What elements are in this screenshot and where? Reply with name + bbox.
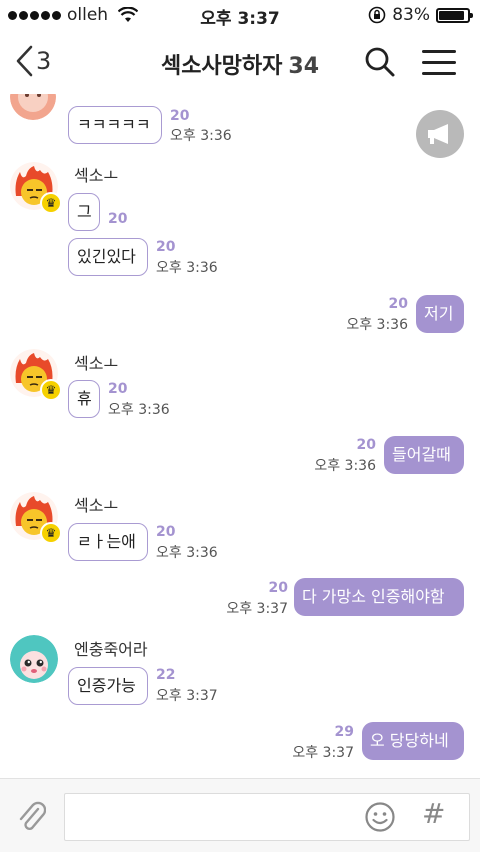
chat-messages[interactable]: ㅋㅋㅋㅋㅋ 20 오후 3:36 ♛ 섹소ㅗ 그 20 있긴있다 20 오후 3…	[0, 94, 480, 778]
menu-button[interactable]	[422, 50, 456, 83]
unread-count: 20	[156, 239, 176, 255]
chat-title: 섹소사망하자 34	[0, 48, 480, 80]
smiley-icon	[365, 802, 395, 832]
unread-count: 20	[156, 524, 176, 540]
unread-count: 20	[170, 108, 190, 124]
notice-button[interactable]	[416, 110, 464, 158]
battery-percent: 83%	[392, 5, 430, 25]
message-time: 오후 3:36	[156, 545, 218, 561]
message-bubble[interactable]: 그	[68, 193, 100, 231]
sender-name: 섹소ㅗ	[74, 496, 119, 515]
message-bubble[interactable]: 들어갈때	[384, 436, 464, 474]
message-time: 오후 3:36	[156, 260, 218, 276]
message-time: 오후 3:37	[226, 601, 288, 617]
hamburger-menu-icon	[422, 50, 456, 53]
avatar[interactable]	[10, 635, 58, 683]
crown-icon: ♛	[40, 522, 62, 544]
message-time: 오후 3:36	[314, 458, 376, 474]
paperclip-icon	[19, 801, 47, 831]
sender-name: 섹소ㅗ	[74, 166, 119, 185]
message-input[interactable]	[64, 793, 470, 841]
unread-count: 22	[156, 667, 176, 683]
message-bubble[interactable]: 인증가능	[68, 667, 148, 705]
crown-icon: ♛	[40, 379, 62, 401]
message-time: 오후 3:37	[156, 688, 218, 704]
message-bubble[interactable]: ㄹㅏ는애	[68, 523, 148, 561]
message-time: 오후 3:37	[292, 745, 354, 761]
message-bubble[interactable]: 저기	[416, 295, 464, 333]
status-bar: olleh 오후 3:37 83%	[0, 0, 480, 30]
unread-count: 20	[388, 296, 408, 312]
unread-count: 20	[356, 437, 376, 453]
crown-icon: ♛	[40, 192, 62, 214]
message-bubble[interactable]: 있긴있다	[68, 238, 148, 276]
emoji-button[interactable]	[364, 801, 396, 837]
message-input-bar: #	[0, 778, 480, 852]
message-bubble[interactable]: 다 가망소 인증해야함	[294, 578, 464, 616]
message-bubble[interactable]: 오 당당하네	[362, 722, 464, 760]
avatar[interactable]	[10, 94, 56, 120]
message-time: 오후 3:36	[346, 317, 408, 333]
unread-count: 20	[268, 580, 288, 596]
member-count: 34	[288, 54, 320, 79]
chat-room-name: 섹소사망하자	[160, 54, 283, 79]
battery-icon	[436, 7, 473, 23]
unread-count: 20	[108, 381, 128, 397]
message-time: 오후 3:36	[108, 402, 170, 418]
message-bubble[interactable]: 휴	[68, 380, 100, 418]
megaphone-icon	[428, 124, 448, 144]
sender-name: 엔충죽어라	[74, 640, 148, 659]
search-icon	[365, 47, 395, 77]
rotation-lock-icon	[368, 6, 386, 24]
chat-header: 3 섹소사망하자 34	[0, 30, 480, 94]
unread-count: 20	[108, 211, 128, 227]
unread-count: 29	[334, 724, 354, 740]
message-time: 오후 3:36	[170, 128, 232, 144]
sender-name: 섹소ㅗ	[74, 354, 119, 373]
search-button[interactable]	[364, 46, 396, 82]
attach-button[interactable]	[16, 799, 47, 837]
hashtag-button[interactable]: #	[422, 797, 445, 830]
status-right: 83%	[368, 5, 473, 25]
message-bubble[interactable]: ㅋㅋㅋㅋㅋ	[68, 106, 162, 144]
